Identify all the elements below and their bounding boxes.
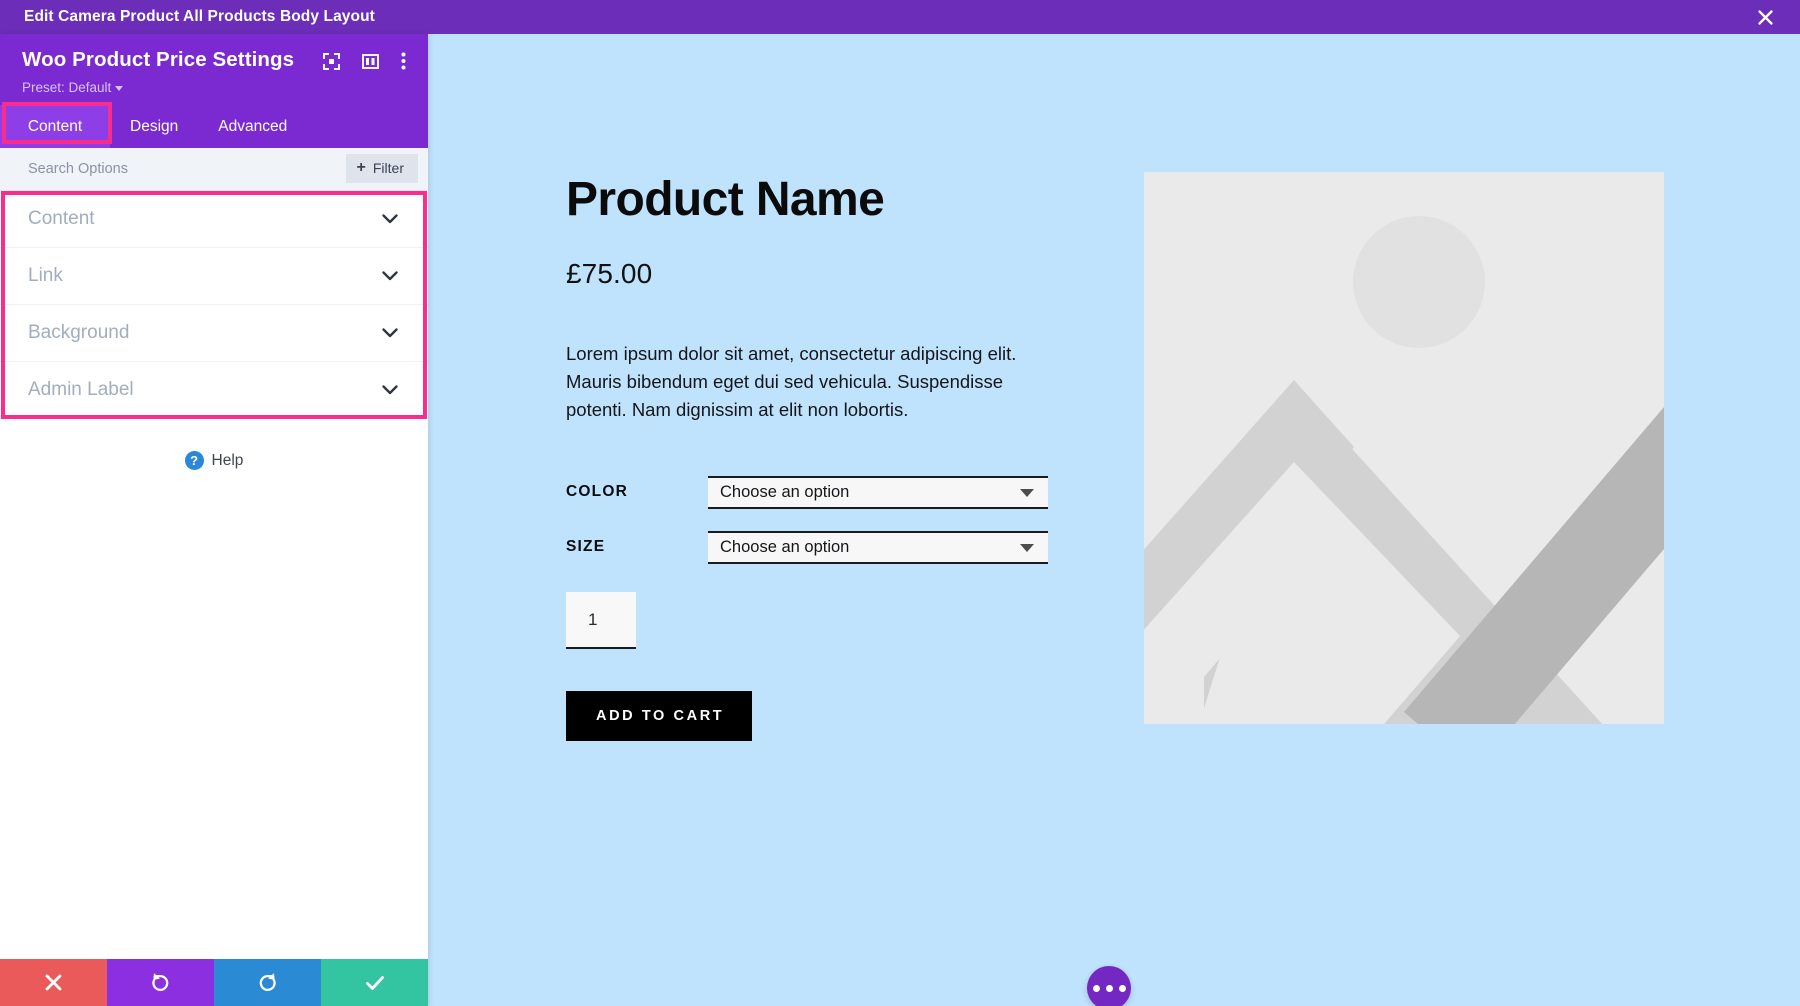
product-summary: Product Name £75.00 Lorem ipsum dolor si… (566, 174, 1066, 741)
size-select-value: Choose an option (720, 538, 849, 557)
variation-label-size: SIZE (566, 538, 708, 564)
accordion-item-admin-label[interactable]: Admin Label (0, 362, 428, 419)
plus-icon: + (357, 160, 366, 176)
image-placeholder-icon (1144, 172, 1664, 724)
search-input[interactable] (28, 161, 278, 177)
redo-button[interactable] (214, 959, 321, 1006)
panel-header: Woo Product Price Settings Preset: Defau… (0, 34, 428, 105)
layout-columns-icon[interactable] (362, 53, 379, 70)
settings-tabs: Content Design Advanced (0, 105, 428, 148)
size-select[interactable]: Choose an option (708, 531, 1048, 564)
dot-icon (1093, 985, 1100, 992)
chevron-down-icon (382, 214, 398, 224)
product-price: £75.00 (566, 258, 1066, 290)
window-title: Edit Camera Product All Products Body La… (24, 8, 375, 26)
preset-selector[interactable]: Preset: Default (22, 80, 428, 95)
variation-row-color: COLOR Choose an option (566, 476, 1066, 509)
dot-icon (1119, 985, 1126, 992)
panel-footer-toolbar (0, 959, 428, 1006)
cancel-button[interactable] (0, 959, 107, 1006)
variation-row-size: SIZE Choose an option (566, 531, 1066, 564)
quantity-value: 1 (588, 610, 597, 630)
color-select[interactable]: Choose an option (708, 476, 1048, 509)
product-variations: COLOR Choose an option SIZE Choose an op… (566, 476, 1066, 564)
tab-content[interactable]: Content (0, 105, 110, 148)
redo-icon (257, 972, 278, 993)
product-title: Product Name (566, 174, 1066, 226)
save-button[interactable] (321, 959, 428, 1006)
accordion-label: Link (28, 265, 63, 287)
fullscreen-icon[interactable] (323, 53, 340, 70)
chevron-down-icon (382, 385, 398, 395)
accordion-item-link[interactable]: Link (0, 248, 428, 305)
accordion-label: Content (28, 208, 95, 230)
accordion-label: Admin Label (28, 379, 134, 401)
chevron-down-icon (1020, 489, 1034, 497)
more-options-button[interactable] (1087, 966, 1131, 1006)
product-image-placeholder (1144, 172, 1664, 724)
undo-icon (150, 972, 171, 993)
tab-advanced[interactable]: Advanced (198, 105, 307, 148)
tab-design[interactable]: Design (110, 105, 198, 148)
question-mark-icon: ? (185, 451, 204, 470)
filter-button-label: Filter (373, 160, 404, 176)
panel-header-actions (323, 52, 406, 70)
variation-label-color: COLOR (566, 483, 708, 509)
help-label: Help (212, 452, 244, 470)
settings-accordion: Content Link Background Admin Label (0, 191, 428, 419)
add-to-cart-button[interactable]: ADD TO CART (566, 691, 752, 741)
chevron-down-icon (1020, 544, 1034, 552)
close-icon (44, 973, 63, 992)
chevron-down-icon (382, 271, 398, 281)
color-select-value: Choose an option (720, 483, 849, 502)
preset-label: Preset: Default (22, 80, 111, 95)
product-description: Lorem ipsum dolor sit amet, consectetur … (566, 340, 1056, 424)
quantity-input[interactable]: 1 (566, 592, 636, 649)
dot-icon (1106, 985, 1113, 992)
accordion-item-background[interactable]: Background (0, 305, 428, 362)
kebab-menu-icon[interactable] (401, 52, 406, 70)
chevron-down-icon (382, 328, 398, 338)
chevron-down-icon (115, 86, 123, 91)
accordion-label: Background (28, 322, 129, 344)
module-settings-panel: Woo Product Price Settings Preset: Defau… (0, 34, 428, 1006)
accordion-item-content[interactable]: Content (0, 191, 428, 248)
close-icon[interactable] (1752, 4, 1778, 30)
window-titlebar: Edit Camera Product All Products Body La… (0, 0, 1800, 34)
filter-button[interactable]: + Filter (346, 154, 418, 183)
search-options-bar: + Filter (0, 148, 428, 191)
undo-button[interactable] (107, 959, 214, 1006)
check-icon (364, 972, 386, 994)
help-button[interactable]: ? Help (0, 451, 428, 470)
